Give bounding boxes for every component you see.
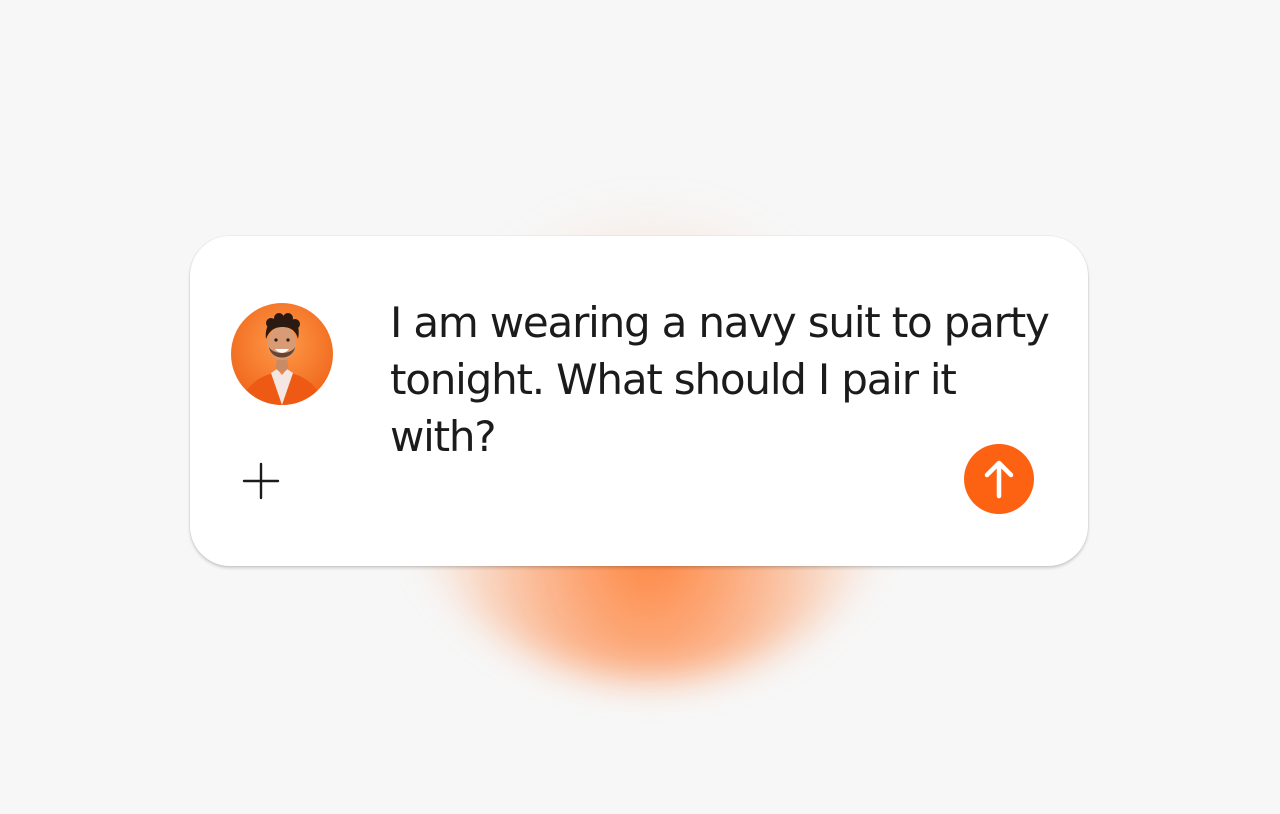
message-input[interactable]: I am wearing a navy suit to party tonigh… — [390, 294, 1070, 465]
avatar — [231, 303, 333, 405]
plus-icon — [242, 462, 280, 500]
arrow-up-icon — [984, 460, 1014, 499]
user-avatar-photo-icon — [231, 303, 333, 405]
send-button[interactable] — [964, 444, 1034, 514]
chat-composer: I am wearing a navy suit to party tonigh… — [190, 236, 1088, 566]
add-attachment-button[interactable] — [242, 462, 280, 500]
